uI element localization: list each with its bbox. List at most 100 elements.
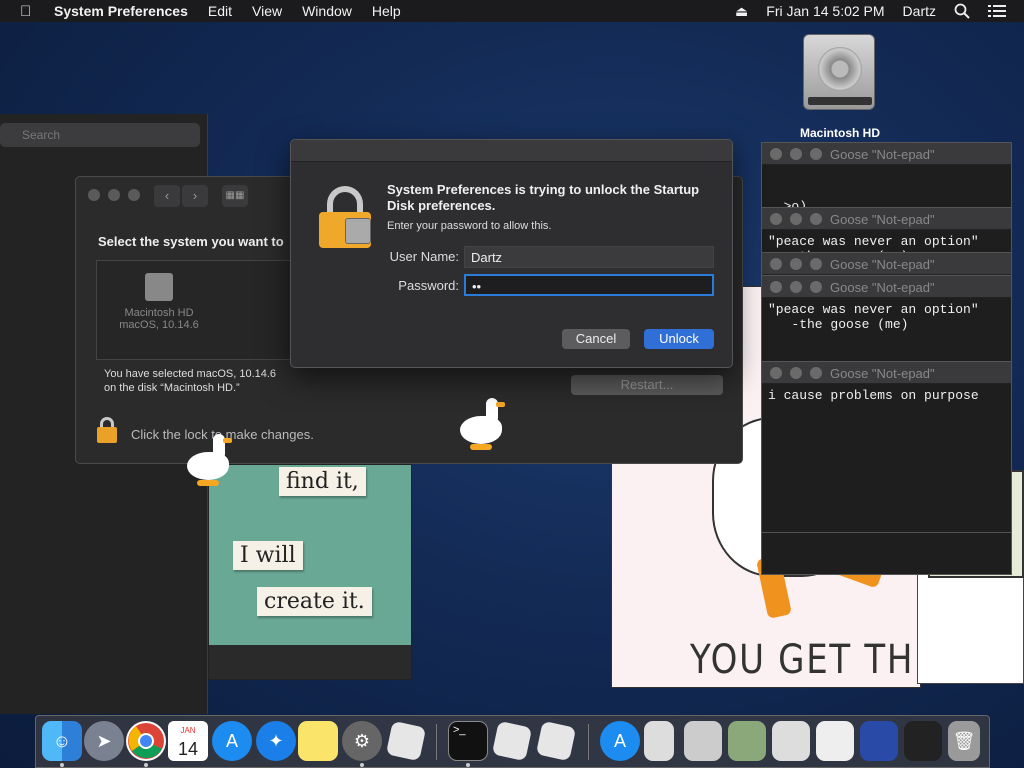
forward-button[interactable]: › (182, 185, 208, 207)
close-button[interactable] (770, 213, 782, 225)
notepad-title: Goose "Not-epad" (830, 212, 935, 227)
minimize-button[interactable] (108, 189, 120, 201)
disk-icon[interactable] (145, 273, 173, 301)
archive-icon[interactable] (644, 721, 674, 761)
finder-icon[interactable]: ☺ (42, 721, 82, 761)
app-store-icon[interactable]: A (212, 721, 252, 761)
roblox-player-icon[interactable] (535, 720, 577, 762)
zoom-button[interactable] (810, 148, 822, 160)
app-store-downloads-icon[interactable]: A (600, 721, 640, 761)
macintosh-hd-label[interactable]: Macintosh HD (780, 126, 900, 140)
minimize-button[interactable] (790, 213, 802, 225)
minimize-button[interactable] (790, 148, 802, 160)
terminal-icon[interactable]: >_ (448, 721, 488, 761)
menu-view[interactable]: View (252, 3, 282, 19)
disk-name: Macintosh HD macOS, 10.14.6 (119, 307, 199, 331)
notepad-titlebar[interactable]: Goose "Not-epad" (762, 362, 1011, 384)
apple-icon[interactable]:  (20, 3, 38, 20)
trash-icon[interactable]: 🗑 (948, 721, 980, 761)
user-name[interactable]: Dartz (903, 3, 936, 19)
poster-left-footer (209, 645, 411, 679)
window-thumbnail-2[interactable] (728, 721, 766, 761)
note-create-it: create it. (257, 587, 372, 616)
lock-icon (319, 186, 371, 248)
notepad-content[interactable]: "peace was never an option" -the goose (… (762, 298, 1011, 336)
notepad-title: Goose "Not-epad" (830, 147, 935, 162)
notepad-title: Goose "Not-epad" (830, 366, 935, 381)
menu-help[interactable]: Help (372, 3, 401, 19)
hd-bar (808, 97, 872, 105)
calendar-icon[interactable]: JAN 14 (168, 721, 208, 761)
password-label: Password: (398, 278, 459, 293)
search-input[interactable]: Search (0, 123, 200, 147)
note-i-will: I will (233, 541, 303, 570)
close-button[interactable] (770, 281, 782, 293)
menu-bar:  System Preferences Edit View Window He… (0, 0, 1024, 22)
macintosh-hd-icon[interactable] (803, 34, 875, 110)
selected-disk-info: You have selected macOS, 10.14.6 on the d… (104, 368, 277, 394)
notepad-titlebar[interactable]: Goose "Not-epad" (762, 143, 1011, 165)
zoom-button[interactable] (810, 281, 822, 293)
dock: ☺ ➤ JAN 14 A ✦ ⚙ >_ A 🗑 (35, 715, 990, 768)
roblox-icon[interactable] (385, 720, 427, 762)
window-thumbnail-4[interactable] (816, 721, 854, 761)
zoom-button[interactable] (810, 367, 822, 379)
username-label: User Name: (389, 249, 459, 264)
notepad-titlebar[interactable]: Goose "Not-epad" (762, 276, 1011, 298)
minimize-button[interactable] (790, 258, 802, 270)
restart-button[interactable]: Restart... (571, 375, 723, 395)
search-icon[interactable] (954, 3, 970, 19)
auth-subtitle: Enter your password to allow this. (387, 220, 552, 232)
username-field[interactable]: Dartz (464, 246, 714, 268)
cancel-button[interactable]: Cancel (562, 329, 630, 349)
chrome-icon[interactable] (126, 721, 166, 761)
notepad-titlebar[interactable]: Goose "Not-epad" (762, 253, 1011, 275)
back-button[interactable]: ‹ (154, 185, 180, 207)
unlock-button[interactable]: Unlock (644, 329, 714, 349)
close-button[interactable] (770, 367, 782, 379)
window-thumbnail-6[interactable] (904, 721, 942, 761)
list-icon[interactable] (988, 4, 1006, 18)
poster-caption: YOU GET THE BON (690, 637, 920, 683)
notes-icon[interactable] (298, 721, 338, 761)
zoom-button[interactable] (810, 213, 822, 225)
window-thumbnail-3[interactable] (772, 721, 810, 761)
zoom-button[interactable] (810, 258, 822, 270)
auth-titlebar (291, 140, 732, 162)
note-find-it: find it, (279, 467, 366, 496)
auth-dialog: System Preferences is trying to unlock t… (290, 139, 733, 368)
minimize-button[interactable] (790, 367, 802, 379)
auth-message: System Preferences is trying to unlock t… (387, 182, 700, 213)
notepad-window-1[interactable]: Goose "Not-epad" >o) (761, 142, 1012, 214)
goose-sprite (183, 432, 243, 492)
zoom-button[interactable] (128, 189, 140, 201)
show-all-grid-icon[interactable]: ▦▦ (222, 185, 248, 207)
menu-app-name[interactable]: System Preferences (54, 3, 188, 19)
notepad-title: Goose "Not-epad" (830, 280, 935, 295)
window-thumbnail-5[interactable] (860, 721, 898, 761)
notepad-content[interactable]: i cause problems on purpose (762, 384, 1011, 407)
notepad-window-5[interactable]: Goose "Not-epad" i cause problems on pur… (761, 361, 1012, 533)
disk-selection-box[interactable]: Macintosh HD macOS, 10.14.6 (96, 260, 292, 360)
lock-icon[interactable] (97, 417, 117, 443)
close-button[interactable] (770, 148, 782, 160)
eject-icon[interactable]: ⏏ (735, 3, 748, 20)
window-thumbnail-1[interactable] (684, 721, 722, 761)
poster-window-left: find it, I will create it. (208, 464, 412, 680)
safari-icon[interactable]: ✦ (256, 721, 296, 761)
menu-edit[interactable]: Edit (208, 3, 232, 19)
minimize-button[interactable] (790, 281, 802, 293)
close-button[interactable] (770, 258, 782, 270)
clock[interactable]: Fri Jan 14 5:02 PM (766, 3, 884, 19)
goose-sprite (456, 396, 516, 456)
window-controls (88, 189, 140, 201)
close-button[interactable] (88, 189, 100, 201)
select-system-title: Select the system you want to (98, 234, 284, 249)
notepad-titlebar[interactable]: Goose "Not-epad" (762, 208, 1011, 230)
password-field[interactable]: •• (464, 274, 714, 296)
menu-extras: ⏏ Fri Jan 14 5:02 PM Dartz (735, 3, 1024, 20)
roblox-studio-icon[interactable] (491, 720, 533, 762)
menu-window[interactable]: Window (302, 3, 352, 19)
launchpad-icon[interactable]: ➤ (84, 721, 124, 761)
system-preferences-icon[interactable]: ⚙ (342, 721, 382, 761)
